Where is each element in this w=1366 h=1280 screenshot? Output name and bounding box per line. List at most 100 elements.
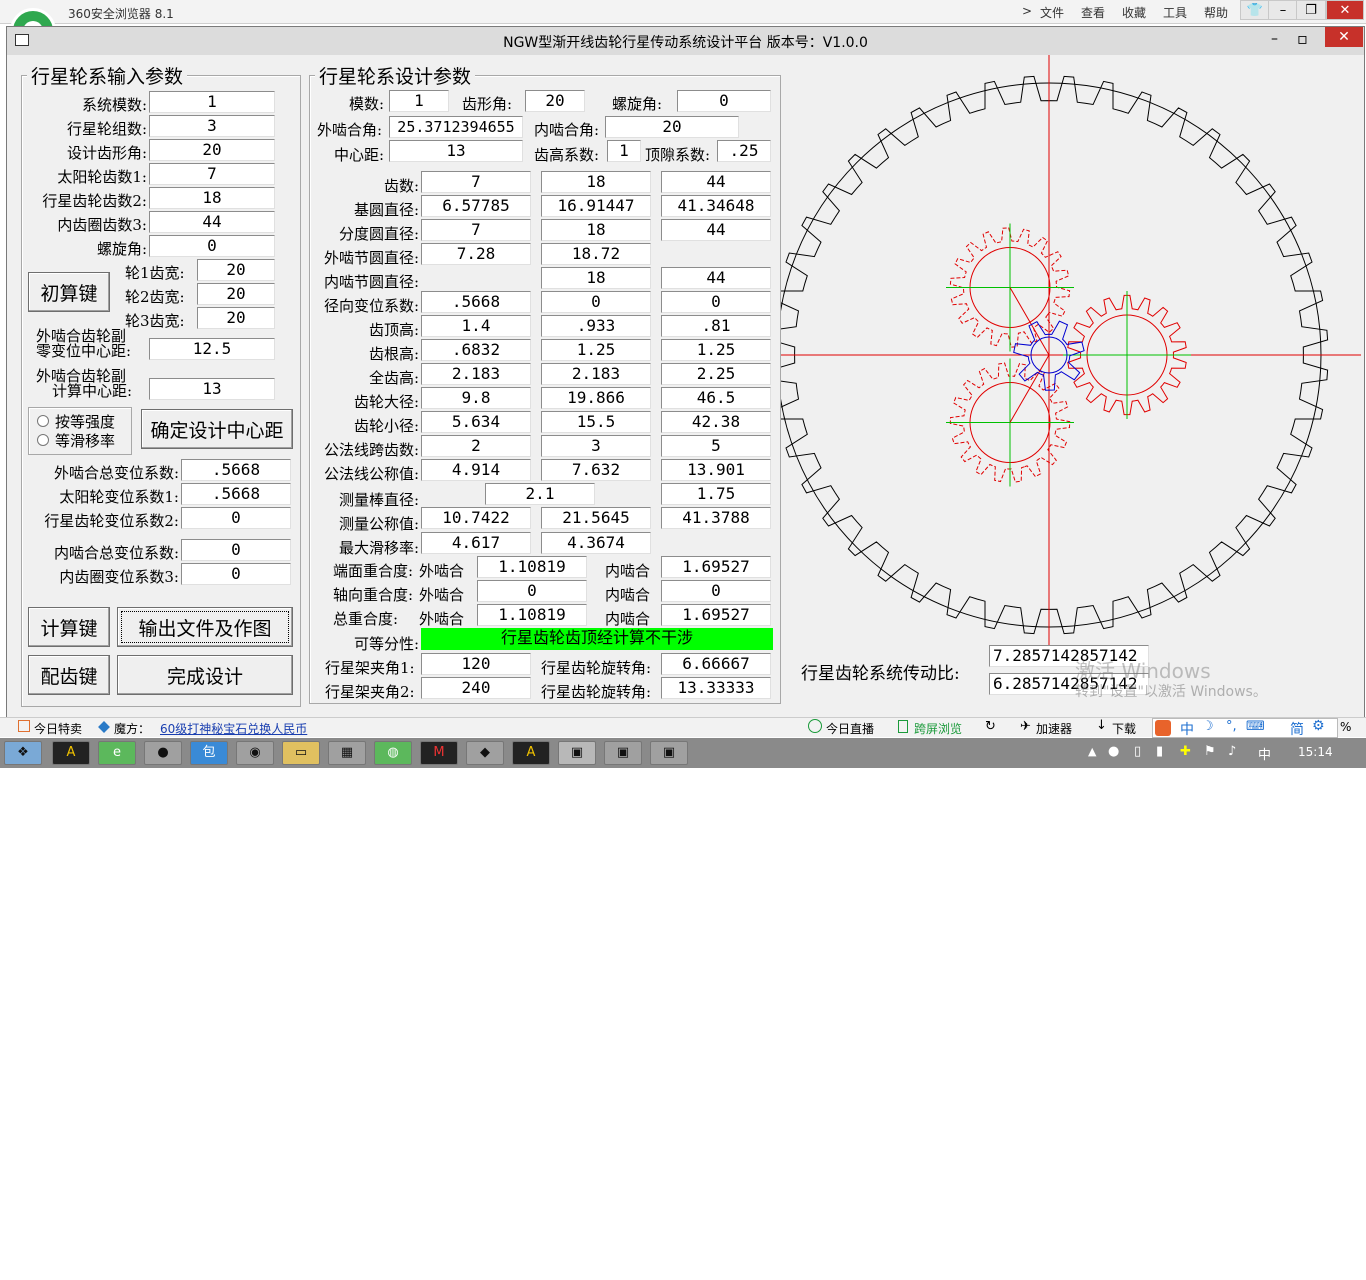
face-width-field[interactable]: 20 bbox=[197, 307, 275, 329]
taskbar-shield-icon[interactable]: ◆ bbox=[466, 741, 504, 765]
taskbar-wechat-icon[interactable]: ◍ bbox=[374, 741, 412, 765]
param-field[interactable]: 0 bbox=[661, 291, 771, 313]
radio-equal-strength[interactable] bbox=[37, 415, 49, 427]
param-field[interactable]: 1.25 bbox=[541, 339, 651, 361]
tray-volume-icon[interactable]: ♪ bbox=[1228, 744, 1236, 759]
input-field[interactable]: 7 bbox=[149, 163, 275, 185]
param-field[interactable]: 15.5 bbox=[541, 411, 651, 433]
param-field[interactable]: 44 bbox=[661, 171, 771, 193]
param-field[interactable]: 18 bbox=[541, 171, 651, 193]
slip-field-1[interactable]: 4.617 bbox=[421, 532, 531, 554]
param-field[interactable]: 42.38 bbox=[661, 411, 771, 433]
param-field[interactable]: 1.25 bbox=[661, 339, 771, 361]
skin-shirt-icon[interactable]: 👕 bbox=[1240, 0, 1270, 20]
param-field[interactable]: .933 bbox=[541, 315, 651, 337]
radio-equal-slip[interactable] bbox=[37, 434, 49, 446]
menu-tools[interactable]: 工具 bbox=[1163, 4, 1187, 21]
param-field[interactable]: 6.57785 bbox=[421, 195, 531, 217]
helix-field[interactable]: 0 bbox=[677, 90, 771, 112]
tray-expand-icon[interactable]: ▲ bbox=[1088, 745, 1096, 758]
input-field[interactable]: 0 bbox=[149, 235, 275, 257]
param-field[interactable]: 2.183 bbox=[541, 363, 651, 385]
tray-network-icon[interactable]: ▮ bbox=[1156, 744, 1163, 759]
taskbar-window1-icon[interactable]: ▣ bbox=[558, 741, 596, 765]
param-field[interactable]: 7.632 bbox=[541, 459, 651, 481]
param-field[interactable]: 2.183 bbox=[421, 363, 531, 385]
tray-qq-icon[interactable]: ● bbox=[1108, 744, 1119, 759]
refresh-icon[interactable]: ↻ bbox=[985, 719, 996, 734]
measure-field-1[interactable]: 10.7422 bbox=[421, 507, 531, 529]
ime-settings-gear-icon[interactable]: ⚙ bbox=[1312, 718, 1325, 734]
input-field[interactable]: 20 bbox=[149, 139, 275, 161]
rod-diameter-field-3[interactable]: 1.75 bbox=[661, 483, 771, 505]
tray-security-icon[interactable]: ✚ bbox=[1180, 744, 1191, 759]
taskbar-m-icon[interactable]: M bbox=[420, 741, 458, 765]
param-field[interactable]: 3 bbox=[541, 435, 651, 457]
param-field[interactable]: 2 bbox=[421, 435, 531, 457]
input-field[interactable]: 44 bbox=[149, 211, 275, 233]
param-field[interactable]: 0 bbox=[541, 291, 651, 313]
param-field[interactable]: 44 bbox=[661, 267, 771, 289]
int-mesh-angle-field[interactable]: 20 bbox=[605, 116, 739, 138]
menu-view[interactable]: 查看 bbox=[1081, 4, 1105, 21]
zero-shift-center-field[interactable]: 12.5 bbox=[149, 338, 275, 360]
face-width-field[interactable]: 20 bbox=[197, 259, 275, 281]
external-contact-field[interactable]: 1.10819 bbox=[477, 556, 587, 578]
taskbar-window3-icon[interactable]: ▣ bbox=[650, 741, 688, 765]
taskbar-autocad2-icon[interactable]: A bbox=[512, 741, 550, 765]
tray-ime[interactable]: 中 bbox=[1258, 744, 1271, 763]
app-minimize-button[interactable]: – bbox=[1271, 31, 1278, 47]
param-field[interactable]: 4.914 bbox=[421, 459, 531, 481]
app-maximize-button[interactable]: ▫ bbox=[1297, 29, 1308, 48]
keyboard-icon[interactable]: ⌨ bbox=[1246, 719, 1265, 734]
output-and-draw-button[interactable]: 输出文件及作图 bbox=[117, 607, 293, 647]
tray-flag-icon[interactable]: ⚑ bbox=[1204, 744, 1216, 759]
param-field[interactable]: 16.91447 bbox=[541, 195, 651, 217]
browser-close-button[interactable]: ✕ bbox=[1326, 0, 1364, 20]
param-field[interactable]: 5.634 bbox=[421, 411, 531, 433]
clearance-coef-field[interactable]: .25 bbox=[717, 140, 771, 162]
inner-shift-field[interactable]: 0 bbox=[181, 539, 291, 561]
calc-center-field[interactable]: 13 bbox=[149, 378, 275, 400]
profile-angle-field[interactable]: 20 bbox=[525, 90, 585, 112]
punctuation-icon[interactable]: °, bbox=[1226, 719, 1237, 734]
module-field[interactable]: 1 bbox=[389, 90, 449, 112]
input-field[interactable]: 3 bbox=[149, 115, 275, 137]
taskbar-autocad-icon[interactable]: A bbox=[52, 741, 90, 765]
shift-coef-field[interactable]: 0 bbox=[181, 507, 291, 529]
taskbar-store-icon[interactable]: 包 bbox=[190, 741, 228, 765]
taskbar-folder-icon[interactable]: ▭ bbox=[282, 741, 320, 765]
param-field[interactable]: 41.34648 bbox=[661, 195, 771, 217]
addendum-coef-field[interactable]: 1 bbox=[607, 140, 641, 162]
taskbar-calculator-icon[interactable]: ▦ bbox=[328, 741, 366, 765]
param-field[interactable]: 44 bbox=[661, 219, 771, 241]
param-field[interactable]: 13.901 bbox=[661, 459, 771, 481]
app-close-button[interactable]: ✕ bbox=[1325, 27, 1363, 47]
initial-calc-button[interactable]: 初算键 bbox=[28, 272, 110, 312]
taskbar-window2-icon[interactable]: ▣ bbox=[604, 741, 642, 765]
center-distance-field[interactable]: 13 bbox=[389, 140, 523, 162]
planet-rotate-2-field[interactable]: 13.33333 bbox=[661, 677, 771, 699]
measure-field-2[interactable]: 21.5645 bbox=[541, 507, 651, 529]
param-field[interactable]: 19.866 bbox=[541, 387, 651, 409]
shift-coef-field[interactable]: .5668 bbox=[181, 483, 291, 505]
internal-contact-field[interactable]: 1.69527 bbox=[661, 556, 771, 578]
shift-coef-field[interactable]: .5668 bbox=[181, 459, 291, 481]
external-contact-field[interactable]: 0 bbox=[477, 580, 587, 602]
internal-contact-field[interactable]: 1.69527 bbox=[661, 604, 771, 626]
menu-help[interactable]: 帮助 bbox=[1204, 4, 1228, 21]
confirm-center-button[interactable]: 确定设计中心距 bbox=[141, 409, 293, 449]
param-field[interactable]: .6832 bbox=[421, 339, 531, 361]
slip-field-2[interactable]: 4.3674 bbox=[541, 532, 651, 554]
param-field[interactable]: 18.72 bbox=[541, 243, 651, 265]
status-today-sale[interactable]: 今日特卖 bbox=[34, 720, 82, 737]
tray-clock[interactable]: 15:14 bbox=[1298, 745, 1333, 759]
face-width-field[interactable]: 20 bbox=[197, 283, 275, 305]
param-field[interactable]: 46.5 bbox=[661, 387, 771, 409]
measure-field-3[interactable]: 41.3788 bbox=[661, 507, 771, 529]
param-field[interactable]: 7.28 bbox=[421, 243, 531, 265]
ime-simplified[interactable]: 简 bbox=[1290, 719, 1304, 739]
menu-favorites[interactable]: 收藏 bbox=[1122, 4, 1146, 21]
carrier-angle-2-field[interactable]: 240 bbox=[421, 677, 531, 699]
param-field[interactable]: .5668 bbox=[421, 291, 531, 313]
